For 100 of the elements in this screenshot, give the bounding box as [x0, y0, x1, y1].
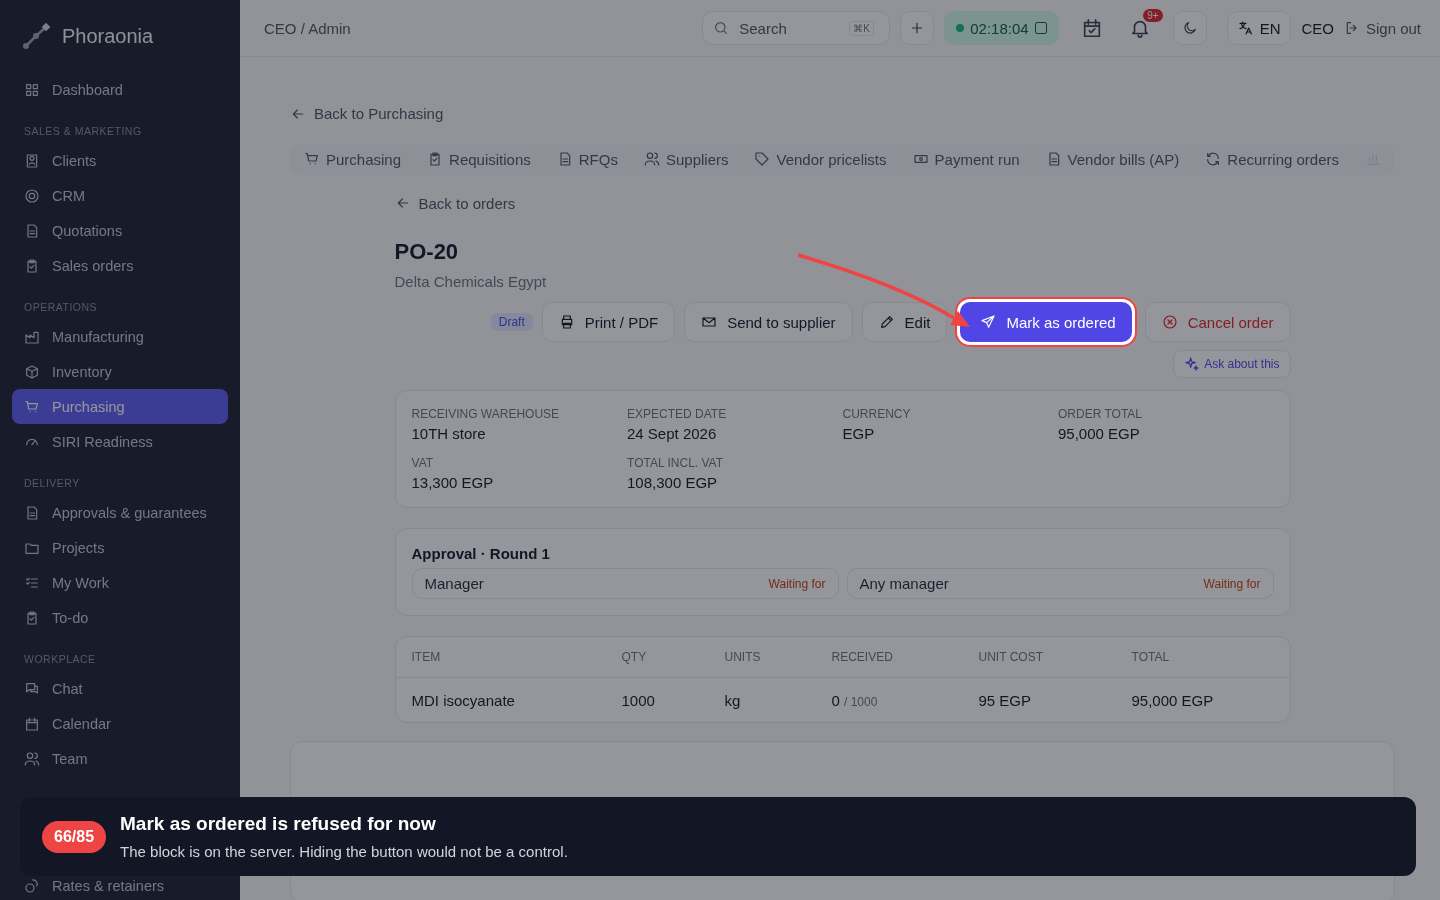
document-icon — [24, 222, 40, 239]
action-button[interactable]: Edit — [861, 302, 948, 342]
field-value: 95,000 EGP — [1058, 425, 1141, 442]
sidebar-item[interactable]: Rates & retainers — [12, 871, 228, 900]
theme-button[interactable] — [1172, 11, 1207, 45]
column-header: QTY — [621, 650, 648, 664]
tab[interactable]: Suppliers — [643, 150, 729, 168]
sidebar-item[interactable]: Projects — [12, 530, 228, 565]
back-link[interactable]: Back to orders — [394, 194, 516, 212]
field-value: 24 Sept 2026 — [627, 425, 718, 442]
field-label: ORDER TOTAL — [1058, 407, 1144, 421]
column-header: ITEM — [411, 650, 442, 664]
sidebar-item[interactable]: Calendar — [12, 706, 228, 741]
field-value: 108,300 EGP — [627, 474, 719, 491]
people-icon — [24, 750, 40, 767]
tab[interactable]: Purchasing — [304, 150, 402, 168]
search-field[interactable]: Search ⌘K — [702, 11, 891, 45]
tab[interactable]: Requisitions — [427, 150, 531, 168]
approval-status: Waiting for — [1203, 576, 1261, 591]
supplier-name: Delta Chemicals Egypt — [394, 273, 548, 290]
shortcut-hint: ⌘K — [849, 20, 874, 36]
section-heading: WORKPLACE — [23, 652, 97, 667]
cart-icon — [24, 398, 40, 415]
box-icon — [24, 363, 40, 380]
field-label: TOTAL INCL. VAT — [627, 456, 725, 470]
language-button[interactable]: EN — [1226, 11, 1292, 45]
status-badge: Draft — [490, 313, 533, 331]
ask-button[interactable]: Ask about this — [1173, 350, 1291, 378]
translate-icon — [1237, 20, 1254, 36]
field-label: VAT — [411, 456, 435, 470]
toast-message: The block is on the server. Hiding the button would not be a control. — [120, 843, 568, 860]
tab[interactable]: RFQs — [556, 150, 618, 168]
table-cell-text: kg — [724, 691, 742, 709]
table-cell-text: 95 EGP — [978, 691, 1033, 709]
app-name: Phoraonia — [62, 24, 154, 48]
moon-icon — [1181, 20, 1198, 36]
field-label: RECEIVING WAREHOUSE — [411, 407, 561, 421]
back-link[interactable]: Back to Purchasing — [290, 105, 444, 122]
envelope-icon — [701, 314, 718, 330]
clipboard-icon — [24, 257, 40, 274]
document-icon — [24, 504, 40, 521]
cancel-order-button[interactable]: Cancel order — [1144, 302, 1291, 342]
section-heading: SALES & MARKETING — [23, 124, 143, 139]
tag-icon — [754, 151, 771, 167]
table-cell-text: MDI isocyanate — [411, 691, 516, 709]
calendar-icon — [24, 715, 40, 732]
clipboard-icon — [24, 609, 40, 626]
approval-title: Approval · Round 1 — [411, 545, 551, 562]
column-header: UNITS — [724, 650, 762, 664]
breadcrumb: CEO / Admin — [264, 19, 351, 37]
id-card-icon — [24, 152, 40, 169]
sidebar-item[interactable]: My Work — [12, 565, 228, 600]
add-button[interactable] — [900, 11, 935, 45]
sidebar-item[interactable]: Dashboard — [12, 72, 228, 107]
pencil-icon — [878, 314, 895, 330]
column-header: RECEIVED — [831, 650, 894, 664]
field-value: 13,300 EGP — [411, 474, 495, 491]
sidebar-item[interactable]: Quotations — [12, 213, 228, 248]
cart-icon — [304, 151, 320, 167]
sparkle-icon — [1184, 356, 1201, 372]
timer-button[interactable]: 02:18:04 — [944, 11, 1059, 45]
notification-badge: 9+ — [1143, 9, 1163, 22]
sidebar-item[interactable]: To-do — [12, 600, 228, 635]
tab[interactable]: Vendor pricelists — [754, 150, 887, 168]
coins-icon — [24, 878, 40, 894]
action-button[interactable]: Print / PDF — [541, 302, 676, 342]
field-value: EGP — [842, 425, 876, 442]
sidebar-item[interactable]: Chat — [12, 671, 228, 706]
order-number: PO-20 — [394, 239, 460, 265]
sidebar-item[interactable]: Sales orders — [12, 248, 228, 283]
field-label: CURRENCY — [842, 407, 912, 421]
tab[interactable]: Payment run — [912, 150, 1020, 168]
send-icon — [980, 314, 997, 330]
search-input[interactable]: Search — [737, 18, 842, 38]
sidebar-item[interactable]: CRM — [12, 178, 228, 213]
people-icon — [643, 151, 660, 167]
search-icon — [713, 20, 730, 36]
target-icon — [24, 187, 40, 204]
grid-icon — [24, 81, 40, 98]
logo-icon — [22, 22, 50, 50]
score-badge: 66/85 — [42, 820, 107, 853]
approval-status: Waiting for — [768, 576, 826, 591]
sidebar-item[interactable]: Manufacturing — [12, 319, 228, 354]
column-header: TOTAL — [1131, 650, 1171, 664]
tab[interactable]: Vendor bills (AP) — [1045, 150, 1180, 168]
section-heading: DELIVERY — [23, 476, 81, 491]
user-name: CEO — [1301, 19, 1334, 37]
sidebar-item[interactable]: Purchasing — [12, 389, 228, 424]
field-value: 10TH store — [411, 425, 487, 442]
sidebar-item[interactable]: Clients — [12, 143, 228, 178]
tab[interactable]: Recurring orders — [1205, 150, 1340, 168]
action-button[interactable]: Send to supplier — [684, 302, 853, 342]
sidebar-item[interactable]: Approvals & guarantees — [12, 495, 228, 530]
refresh-icon — [1205, 151, 1222, 167]
sidebar-item[interactable]: SIRI Readiness — [12, 424, 228, 459]
sign-out-link[interactable]: Sign out — [1344, 19, 1422, 37]
table-cell-text: 1000 — [621, 691, 656, 709]
sidebar-item[interactable]: Team — [12, 741, 228, 776]
field-label: EXPECTED DATE — [627, 407, 728, 421]
sidebar-item[interactable]: Inventory — [12, 354, 228, 389]
